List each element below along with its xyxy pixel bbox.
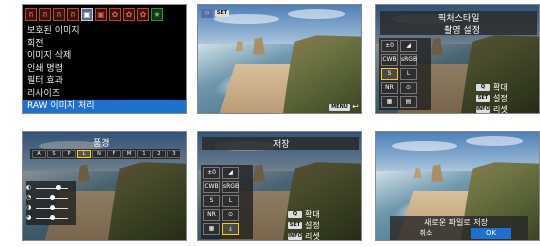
- magnify-key-badge[interactable]: Q: [288, 211, 302, 218]
- style-portrait[interactable]: P: [62, 150, 76, 158]
- menu-button-badge[interactable]: MENU: [329, 104, 350, 111]
- menu-item-filter-effect[interactable]: 필터 효과: [23, 75, 186, 88]
- tab-playback-2[interactable]: ▣: [95, 8, 107, 21]
- menu-list: 보호된 이미지 회전 이미지 삭제 인쇄 명령 필터 효과 리사이즈 RAW 이…: [23, 25, 186, 113]
- distortion-icon[interactable]: ▦: [381, 96, 398, 108]
- raw-processing-screen: 픽처스타일 촬영 설정 ±0 ◢ CWB sRGB S L NR ⊙ ▦ ▤ Q…: [375, 4, 540, 114]
- landscape-photo: [198, 5, 361, 113]
- brightness-icon[interactable]: ◢: [222, 167, 239, 179]
- menu-item-erase[interactable]: 이미지 삭제: [23, 50, 186, 63]
- tab-shooting-4[interactable]: ត: [67, 8, 79, 21]
- save-screen: 저장 ±0 ◢ CWB sRGB S L NR ⊙ ▦ ⤓ Q 확대 SET 설…: [197, 131, 362, 241]
- set-label: 설정: [305, 221, 320, 230]
- picture-style-title: 풍경: [93, 139, 110, 149]
- color-space-icon[interactable]: sRGB: [222, 181, 239, 193]
- reset-label: 리셋: [305, 232, 320, 241]
- confirm-message: 새로운 파일로 저장: [424, 218, 488, 227]
- tab-shooting-2[interactable]: ត: [39, 8, 51, 21]
- picture-style-screen: 풍경 A S P L N F M 1 2 3 ◐ ◔ ◑ ◕: [22, 131, 187, 241]
- noise-reduction-icon[interactable]: NR: [381, 82, 398, 94]
- tab-setup-1[interactable]: ✿: [109, 8, 121, 21]
- exposure-icon[interactable]: ±0: [381, 40, 398, 52]
- picture-style-icon[interactable]: S: [381, 68, 398, 80]
- style-user-3[interactable]: 3: [167, 150, 181, 158]
- save-icon[interactable]: ⤓: [222, 223, 239, 235]
- chromatic-icon[interactable]: ▤: [400, 96, 417, 108]
- style-auto[interactable]: A: [32, 150, 46, 158]
- noise-reduction-icon[interactable]: NR: [203, 209, 220, 221]
- tab-shooting-1[interactable]: ត: [25, 8, 37, 21]
- color-space-icon[interactable]: sRGB: [400, 54, 417, 66]
- menu-item-raw-processing[interactable]: RAW 이미지 처리: [23, 100, 186, 113]
- playback-menu-screen: ត ត ត ត ▣ ▣ ✿ ✿ ✿ ★ 보호된 이미지 회전 이미지 삭제 인쇄…: [22, 4, 187, 114]
- contrast-slider[interactable]: ◔: [26, 194, 71, 202]
- lens-correction-icon[interactable]: ⊙: [222, 209, 239, 221]
- saturation-icon: ◑: [26, 204, 32, 211]
- tab-my-menu[interactable]: ★: [151, 8, 163, 21]
- white-balance-icon[interactable]: CWB: [381, 54, 398, 66]
- tab-shooting-3[interactable]: ត: [53, 8, 65, 21]
- set-key-badge[interactable]: SET: [288, 222, 302, 229]
- set-button-badge[interactable]: SET: [215, 10, 229, 17]
- distortion-icon[interactable]: ▦: [203, 223, 220, 235]
- exposure-icon[interactable]: ±0: [203, 167, 220, 179]
- style-neutral[interactable]: N: [92, 150, 106, 158]
- menu-item-print-order[interactable]: 인쇄 명령: [23, 63, 186, 76]
- magnify-label: 확대: [305, 210, 320, 219]
- picture-style-icon[interactable]: S: [203, 195, 220, 207]
- contrast-icon: ◔: [26, 194, 32, 201]
- image-select-screen: ▭ SET MENU ↩: [197, 4, 362, 114]
- saturation-slider[interactable]: ◑: [26, 204, 71, 212]
- style-user-2[interactable]: 2: [152, 150, 166, 158]
- menu-item-resize[interactable]: 리사이즈: [23, 88, 186, 101]
- color-tone-icon: ◕: [26, 214, 32, 221]
- image-quality-icon[interactable]: L: [400, 68, 417, 80]
- set-label: 설정: [493, 94, 508, 103]
- info-key-badge[interactable]: INFO: [476, 106, 490, 113]
- white-balance-icon[interactable]: CWB: [203, 181, 220, 193]
- save-title: 저장: [273, 140, 290, 150]
- title-line-2: 촬영 설정: [444, 26, 480, 36]
- reset-label: 리셋: [493, 105, 508, 114]
- magnify-key-badge[interactable]: Q: [476, 84, 490, 91]
- style-standard[interactable]: S: [47, 150, 61, 158]
- magnify-label: 확대: [493, 83, 508, 92]
- ok-button[interactable]: OK: [471, 228, 511, 239]
- sharpness-slider[interactable]: ◐: [26, 184, 71, 192]
- color-tone-slider[interactable]: ◕: [26, 214, 71, 222]
- tab-setup-3[interactable]: ✿: [137, 8, 149, 21]
- raw-select-icon: ▭: [201, 9, 213, 18]
- confirm-save-screen: 새로운 파일로 저장 취소 OK: [375, 131, 540, 241]
- return-arrow-icon: ↩: [352, 102, 359, 111]
- cancel-button[interactable]: 취소: [406, 228, 446, 239]
- style-user-1[interactable]: 1: [137, 150, 151, 158]
- set-key-badge[interactable]: SET: [476, 95, 490, 102]
- image-quality-icon[interactable]: L: [222, 195, 239, 207]
- brightness-icon[interactable]: ◢: [400, 40, 417, 52]
- lens-correction-icon[interactable]: ⊙: [400, 82, 417, 94]
- menu-tab-bar: ត ត ត ត ▣ ▣ ✿ ✿ ✿ ★: [25, 8, 163, 21]
- style-monochrome[interactable]: M: [122, 150, 136, 158]
- tab-setup-2[interactable]: ✿: [123, 8, 135, 21]
- sharpness-icon: ◐: [26, 184, 32, 191]
- menu-item-rotate[interactable]: 회전: [23, 38, 186, 51]
- info-key-badge[interactable]: INFO: [288, 233, 302, 240]
- tab-playback-1[interactable]: ▣: [81, 8, 93, 21]
- style-faithful[interactable]: F: [107, 150, 121, 158]
- picture-style-strip: A S P L N F M 1 2 3: [30, 149, 181, 159]
- menu-item-protect[interactable]: 보호된 이미지: [23, 25, 186, 38]
- style-landscape[interactable]: L: [77, 150, 91, 158]
